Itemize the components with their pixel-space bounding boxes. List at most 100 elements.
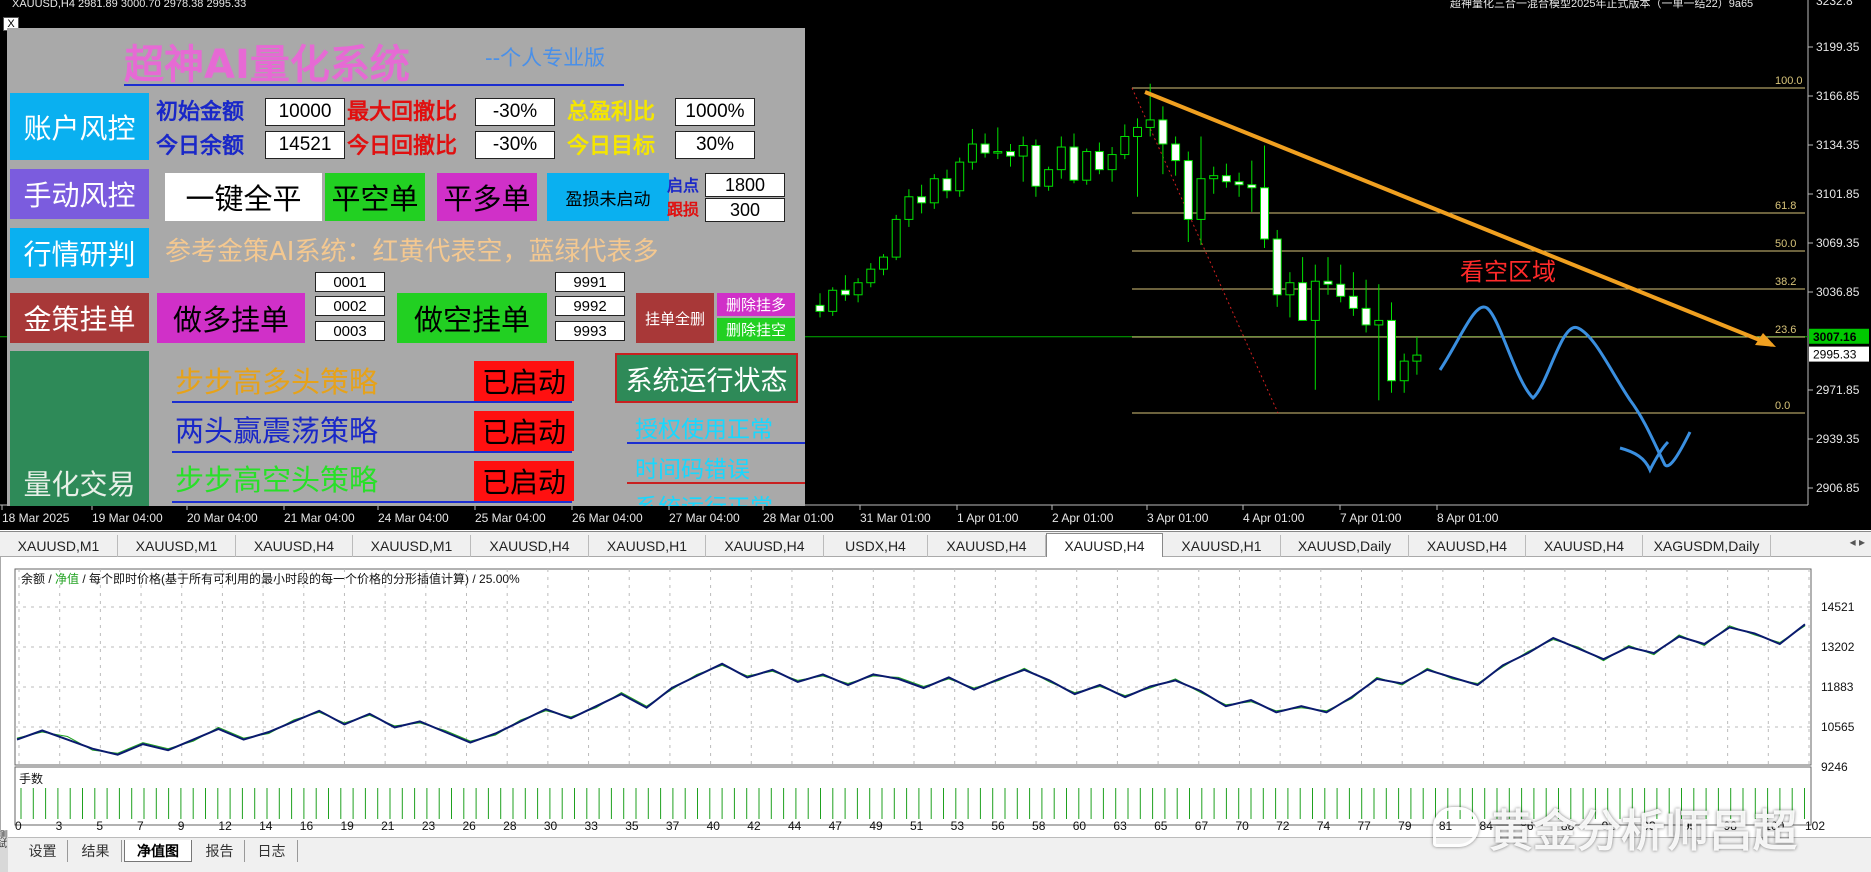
account-risk-button[interactable]: 账户风控 (10, 93, 149, 160)
delete-short-button[interactable]: 删除挂空 (717, 318, 795, 341)
strategy-long-status[interactable]: 已启动 (474, 361, 574, 401)
sell-id-3[interactable]: 9993 (555, 321, 625, 341)
close-all-button[interactable]: 一键全平 (165, 173, 322, 221)
strategy-range-status[interactable]: 已启动 (474, 411, 574, 451)
candle-body (1171, 143, 1181, 162)
symbol-tab[interactable]: XAUUSD,H1 (1163, 535, 1281, 557)
price-label: 3166.85 (1816, 89, 1860, 103)
sell-id-2[interactable]: 9992 (555, 296, 625, 316)
tester-tab[interactable]: 报告 (195, 840, 245, 862)
equity-x-label: 49 (869, 819, 883, 833)
candle-body (1044, 169, 1054, 187)
candle-body (1336, 283, 1346, 297)
delete-all-button[interactable]: 挂单全删 (636, 293, 714, 343)
price-chart-window[interactable]: XAUUSD,H4 2981.89 3000.70 2978.38 2995.3… (0, 0, 1871, 530)
gold-orders-button[interactable]: 金策挂单 (10, 293, 149, 343)
tester-tab[interactable]: 净值图 (124, 840, 192, 862)
tester-tab[interactable]: 设置 (18, 840, 68, 862)
symbol-tab[interactable]: XAGUSDM,Daily (1643, 535, 1771, 557)
equity-x-label: 67 (1195, 819, 1209, 833)
symbol-tab[interactable]: XAUUSD,H4 (471, 535, 589, 557)
time-label: 26 Mar 04:00 (572, 511, 643, 525)
symbol-tab[interactable]: XAUUSD,H1 (589, 535, 706, 557)
candle-body (1234, 181, 1244, 186)
fib-level-label: 50.0 (1775, 238, 1796, 250)
candle-body (942, 178, 952, 192)
symbol-tab[interactable]: XAUUSD,H4 (1526, 535, 1643, 557)
candle-body (929, 178, 939, 204)
equity-x-label: 72 (1276, 819, 1290, 833)
equity-y-label: 9246 (1821, 760, 1848, 774)
candle-body (1310, 280, 1320, 321)
equity-x-label: 12 (218, 819, 232, 833)
close-short-button[interactable]: 平空单 (325, 173, 425, 221)
delete-long-button[interactable]: 删除挂多 (717, 293, 795, 316)
symbol-tabs-bar: XAUUSD,M1 XAUUSD,M1 XAUUSD,H4 XAUUSD,M1 XAUU… (0, 531, 1871, 558)
symbol-tab[interactable]: USDX,H4 (824, 535, 928, 557)
buy-orders-button[interactable]: 做多挂单 (157, 293, 305, 343)
today-target-field[interactable]: 30% (675, 131, 755, 159)
strategy-long-underline (172, 401, 572, 403)
symbol-tab[interactable]: XAUUSD,M1 (0, 535, 118, 557)
start-point-field[interactable]: 1800 (705, 173, 785, 197)
equity-x-label: 21 (381, 819, 395, 833)
equity-y-label: 11883 (1821, 680, 1854, 694)
tester-tab[interactable]: 结果 (70, 840, 122, 862)
symbol-tab[interactable]: XAUUSD,M1 (118, 535, 236, 557)
symbol-tab[interactable]: XAUUSD,M1 (353, 535, 471, 557)
manual-risk-button[interactable]: 手动风控 (10, 169, 149, 219)
start-point-label: 启点 (667, 176, 700, 195)
candle-body (853, 282, 863, 296)
market-research-button[interactable]: 行情研判 (10, 228, 149, 278)
candle-body (1056, 146, 1066, 171)
tab-scroll-arrows-icon[interactable]: ◂ ▸ (1850, 535, 1865, 549)
strategy-short-status[interactable]: 已启动 (474, 461, 574, 501)
watermark-text: 黄金分析师吕超 (1489, 806, 1797, 857)
sell-id-1[interactable]: 9991 (555, 272, 625, 292)
candle-body (967, 143, 977, 163)
symbol-tab[interactable]: XAUUSD,H4 (1409, 535, 1526, 557)
today-balance-field[interactable]: 14521 (265, 131, 345, 159)
buy-id-2[interactable]: 0002 (315, 296, 385, 316)
buy-id-1[interactable]: 0001 (315, 272, 385, 292)
equity-y-label: 10565 (1821, 720, 1855, 734)
symbol-tab[interactable]: XAUUSD,Daily (1281, 535, 1409, 557)
init-amount-field[interactable]: 10000 (265, 98, 345, 126)
buy-id-3[interactable]: 0003 (315, 321, 385, 341)
candle-body (879, 256, 888, 270)
candle-body (815, 304, 825, 312)
sltp-status-button[interactable]: 盈损未启动 (547, 173, 669, 221)
price-label: 2906.85 (1816, 481, 1860, 495)
candle-body (1221, 175, 1231, 183)
symbol-tab[interactable]: XAUUSD,H4 (236, 535, 353, 557)
time-label: 25 Mar 04:00 (475, 511, 546, 525)
equity-x-label: 37 (666, 819, 680, 833)
candle-body (993, 151, 1003, 154)
candle-body (1196, 178, 1206, 220)
system-status-button[interactable]: 系统运行状态 (615, 353, 798, 403)
tester-tab[interactable]: 日志 (246, 840, 298, 862)
time-label: 24 Mar 04:00 (378, 511, 449, 525)
symbol-tab[interactable]: XAUUSD,H4 (928, 535, 1046, 557)
equity-x-label: 70 (1235, 819, 1249, 833)
trail-field[interactable]: 300 (705, 198, 785, 222)
equity-x-label: 102 (1805, 819, 1825, 833)
candle-body (866, 268, 876, 284)
equity-x-label: 79 (1398, 819, 1412, 833)
candle-body (1361, 307, 1371, 326)
symbol-tab[interactable]: XAUUSD,H4 (1046, 533, 1163, 558)
max-drawdown-field[interactable]: -30% (475, 98, 555, 126)
candle-body (1094, 151, 1104, 171)
equity-x-label: 60 (1073, 819, 1087, 833)
symbol-tab[interactable]: XAUUSD,H4 (706, 535, 824, 557)
candle-body (1348, 295, 1358, 309)
balance-series-line (16, 623, 1806, 756)
total-profit-field[interactable]: 1000% (675, 98, 755, 126)
equity-x-label: 56 (991, 819, 1005, 833)
quant-trading-button[interactable]: 量化交易 (10, 351, 149, 506)
current-price-green-text: 3007.16 (1813, 330, 1857, 344)
close-long-button[interactable]: 平多单 (437, 173, 537, 221)
today-drawdown-field[interactable]: -30% (475, 131, 555, 159)
sell-orders-button[interactable]: 做空挂单 (397, 293, 547, 343)
price-label: 3101.85 (1816, 187, 1860, 201)
